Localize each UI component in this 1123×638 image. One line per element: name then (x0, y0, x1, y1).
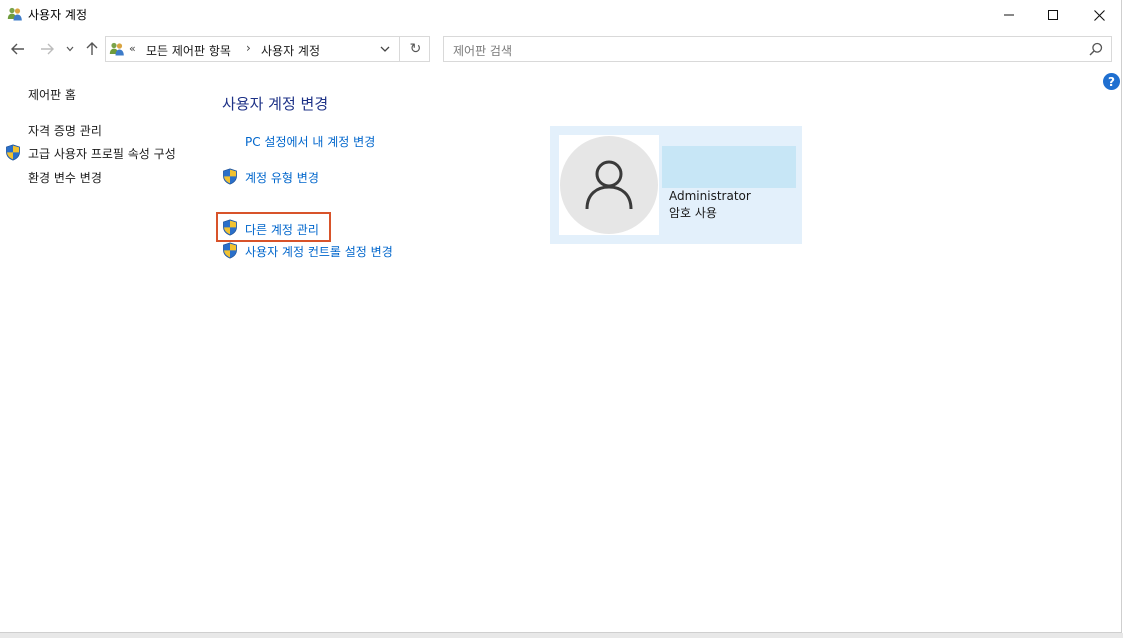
search-input[interactable]: 제어판 검색 (443, 36, 1112, 62)
avatar (559, 135, 659, 235)
minimize-button[interactable] (986, 0, 1032, 30)
hidden-crumbs-chevron[interactable]: « (129, 42, 136, 55)
user-accounts-icon (109, 41, 125, 57)
task-change-account-type[interactable]: 계정 유형 변경 (245, 169, 319, 186)
uac-shield-icon (222, 219, 238, 236)
refresh-icon: ↻ (409, 41, 422, 57)
refresh-button[interactable]: ↻ (399, 37, 431, 61)
page-title: 사용자 계정 변경 (222, 95, 329, 113)
minimize-icon (1004, 14, 1014, 16)
sidebar-item-credential-manager[interactable]: 자격 증명 관리 (28, 122, 102, 139)
sidebar-item-control-panel-home[interactable]: 제어판 홈 (28, 86, 76, 103)
maximize-button[interactable] (1030, 0, 1076, 30)
up-arrow-icon (86, 42, 98, 55)
forward-arrow-icon (41, 43, 54, 55)
chevron-down-icon (380, 46, 390, 52)
search-placeholder: 제어판 검색 (453, 44, 513, 58)
sidebar-item-advanced-profile[interactable]: 고급 사용자 프로필 속성 구성 (28, 145, 176, 162)
account-tile[interactable]: Administrator 암호 사용 (550, 126, 802, 244)
user-silhouette-icon (560, 136, 658, 234)
breadcrumb-all-items[interactable]: 모든 제어판 항목 (146, 42, 231, 59)
breadcrumb-user-accounts[interactable]: 사용자 계정 (261, 42, 320, 59)
close-button[interactable] (1076, 0, 1122, 30)
close-icon (1093, 9, 1105, 21)
title-bar: 사용자 계정 (0, 0, 1121, 30)
back-arrow-icon (11, 43, 24, 55)
search-icon[interactable] (1089, 42, 1103, 56)
maximize-icon (1048, 10, 1058, 20)
back-button[interactable] (8, 38, 28, 60)
uac-shield-icon (222, 242, 238, 259)
bottom-edge (0, 633, 1123, 638)
control-panel-window: 사용자 계정 « 모든 제어판 항목 › 사용자 계정 ↻ 제어판 검색 ? 제… (0, 0, 1122, 633)
chevron-down-icon (66, 46, 74, 52)
account-name: Administrator (669, 189, 751, 203)
help-icon[interactable]: ? (1103, 73, 1120, 90)
user-accounts-icon (7, 6, 23, 22)
recent-locations-button[interactable] (63, 38, 77, 60)
address-dropdown-button[interactable] (372, 37, 398, 61)
account-password-status: 암호 사용 (669, 206, 717, 220)
uac-shield-icon (222, 168, 238, 185)
sidebar-item-environment-variables[interactable]: 환경 변수 변경 (28, 169, 102, 186)
address-bar[interactable]: « 모든 제어판 항목 › 사용자 계정 ↻ (105, 36, 430, 62)
window-title: 사용자 계정 (28, 8, 88, 22)
account-name-highlight (662, 146, 796, 188)
task-change-account-in-pc-settings[interactable]: PC 설정에서 내 계정 변경 (245, 133, 375, 150)
uac-shield-icon (5, 144, 21, 161)
up-button[interactable] (82, 38, 102, 60)
task-manage-another-account[interactable]: 다른 계정 관리 (245, 221, 319, 238)
task-change-uac-settings[interactable]: 사용자 계정 컨트롤 설정 변경 (245, 243, 393, 260)
breadcrumb-separator-icon[interactable]: › (246, 41, 251, 55)
forward-button[interactable] (37, 38, 57, 60)
